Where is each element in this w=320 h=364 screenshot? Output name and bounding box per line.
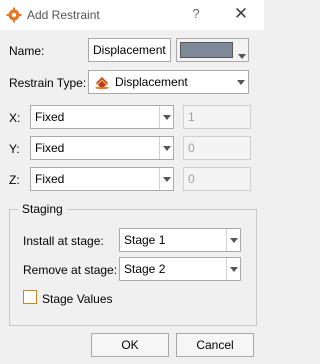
install-stage-label: Install at stage: — [23, 234, 104, 248]
chevron-down-icon — [238, 48, 246, 62]
stage-values-label: Stage Values — [42, 292, 113, 306]
x-amount-input[interactable]: 1 — [183, 105, 251, 129]
z-amount-value: 0 — [188, 172, 195, 186]
z-select-value: Fixed — [35, 172, 65, 186]
x-select-value: Fixed — [35, 110, 65, 124]
title-bar: Add Restraint ? ✕ — [0, 0, 264, 30]
chevron-down-icon — [226, 258, 240, 280]
cancel-button[interactable]: Cancel — [176, 333, 254, 357]
name-input[interactable]: Displacement — [88, 38, 171, 62]
y-amount-input[interactable]: 0 — [183, 136, 251, 160]
add-restraint-dialog: Add Restraint ? ✕ Name: Displacement Res… — [0, 0, 264, 364]
y-select[interactable]: Fixed — [30, 136, 174, 160]
ok-button[interactable]: OK — [91, 333, 169, 357]
color-picker-button[interactable] — [176, 38, 249, 62]
z-label: Z: — [9, 173, 20, 187]
displacement-icon — [94, 75, 110, 89]
remove-stage-select[interactable]: Stage 2 — [119, 257, 241, 281]
restrain-type-value: Displacement — [115, 75, 188, 89]
restrain-type-label: Restrain Type: — [9, 76, 87, 90]
y-amount-value: 0 — [188, 141, 195, 155]
help-button[interactable]: ? — [188, 6, 204, 24]
color-swatch — [180, 42, 233, 58]
install-stage-value: Stage 1 — [124, 233, 166, 247]
remove-stage-value: Stage 2 — [124, 262, 166, 276]
chevron-down-icon — [159, 168, 173, 190]
chevron-down-icon — [159, 106, 173, 128]
x-amount-value: 1 — [188, 110, 195, 124]
window-title: Add Restraint — [27, 8, 100, 22]
install-stage-select[interactable]: Stage 1 — [119, 228, 241, 252]
chevron-down-icon — [226, 229, 240, 251]
x-select[interactable]: Fixed — [30, 105, 174, 129]
app-gear-icon — [6, 7, 22, 23]
close-button[interactable]: ✕ — [232, 4, 250, 24]
chevron-down-icon — [234, 71, 248, 93]
name-input-value: Displacement — [93, 43, 166, 57]
restrain-type-select[interactable]: Displacement — [88, 70, 249, 94]
y-select-value: Fixed — [35, 141, 65, 155]
staging-title: Staging — [18, 202, 67, 216]
z-select[interactable]: Fixed — [30, 167, 174, 191]
stage-values-checkbox[interactable] — [23, 290, 37, 304]
x-label: X: — [9, 111, 21, 125]
chevron-down-icon — [159, 137, 173, 159]
name-label: Name: — [9, 44, 45, 58]
remove-stage-label: Remove at stage: — [23, 263, 118, 277]
z-amount-input[interactable]: 0 — [183, 167, 251, 191]
y-label: Y: — [9, 142, 20, 156]
